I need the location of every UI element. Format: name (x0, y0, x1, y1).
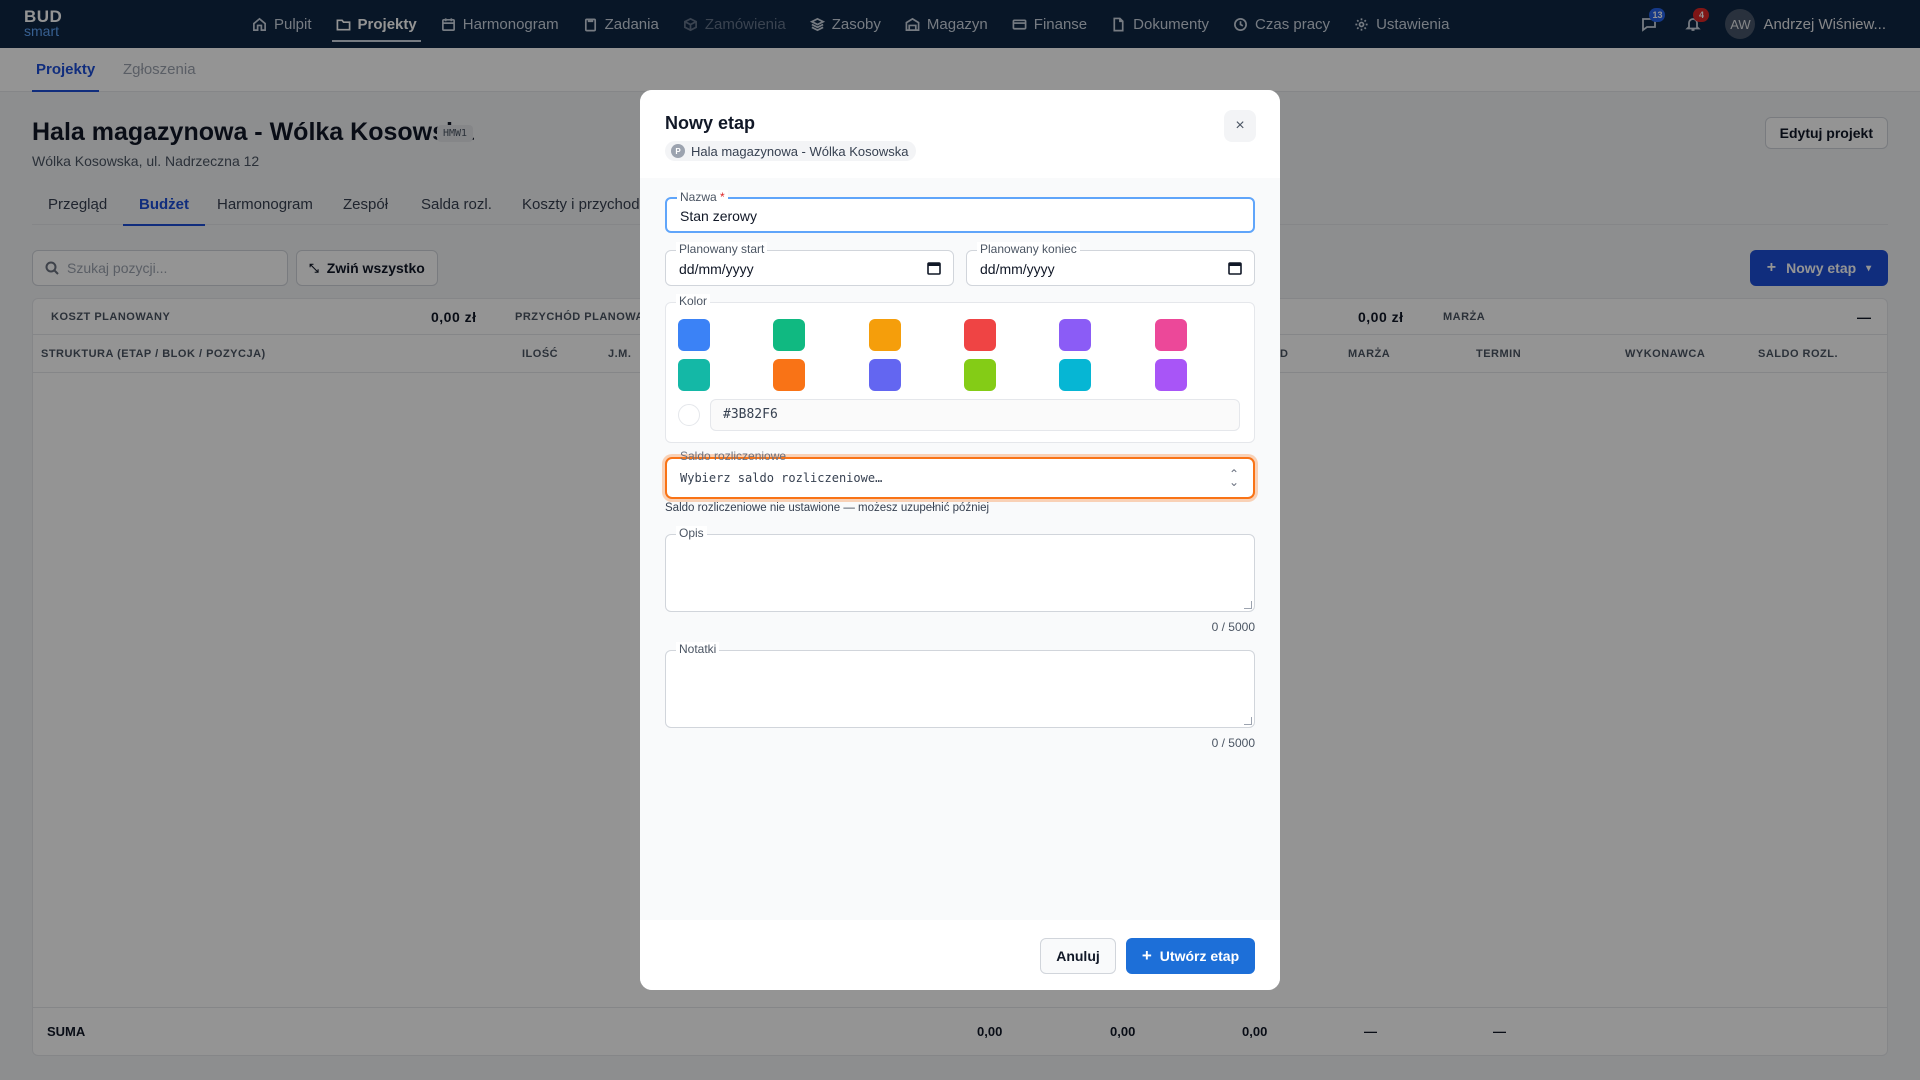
settlement-balance-hint: Saldo rozliczeniowe nie ustawione — może… (665, 502, 990, 514)
cancel-button[interactable]: Anuluj (1040, 938, 1116, 974)
color-swatch-red[interactable] (964, 319, 996, 351)
color-swatch-lime[interactable] (964, 359, 996, 391)
plus-icon: + (1141, 946, 1152, 965)
color-swatch-green[interactable] (773, 319, 805, 351)
custom-color-preview[interactable] (678, 404, 700, 426)
color-swatch-teal[interactable] (678, 359, 710, 391)
create-stage-label: Utwórz etap (1159, 948, 1240, 964)
planned-start-value: dd/mm/yyyy (679, 261, 754, 277)
notes-counter: 0 / 5000 (1211, 736, 1255, 750)
color-label: Kolor (676, 294, 711, 308)
settlement-balance-label: Saldo rozliczeniowe (680, 449, 787, 463)
description-textarea[interactable]: Opis (665, 526, 1255, 612)
settlement-balance-placeholder: Wybierz saldo rozliczeniowe… (680, 471, 883, 485)
description-counter: 0 / 5000 (1211, 620, 1255, 634)
color-swatch-blue[interactable] (678, 319, 710, 351)
planned-start-field[interactable]: Planowany start dd/mm/yyyy (665, 242, 954, 286)
modal-header: Nowy etap P Hala magazynowa - Wólka Koso… (640, 90, 1280, 178)
close-icon: × (1235, 117, 1245, 134)
color-swatch-purple[interactable] (1155, 359, 1187, 391)
notes-textarea[interactable]: Notatki (665, 642, 1255, 728)
name-field[interactable]: Nazwa * Stan zerowy (665, 190, 1255, 233)
modal-footer: Anuluj + Utwórz etap (640, 920, 1280, 990)
chevron-updown-icon: ⌃ ⌄ (1228, 467, 1239, 489)
planned-end-value: dd/mm/yyyy (980, 261, 1055, 277)
modal-title: Nowy etap (665, 113, 756, 133)
color-hex-input[interactable]: #3B82F6 (710, 399, 1240, 431)
color-swatch-orange[interactable] (773, 359, 805, 391)
color-swatch-pink[interactable] (1155, 319, 1187, 351)
notes-label: Notatki (676, 642, 720, 656)
new-stage-modal: Nowy etap P Hala magazynowa - Wólka Koso… (640, 90, 1280, 990)
planned-start-label: Planowany start (676, 242, 768, 256)
name-value: Stan zerowy (680, 208, 758, 224)
color-swatch-violet[interactable] (1059, 319, 1091, 351)
calendar-icon[interactable] (927, 261, 941, 275)
color-swatch-cyan[interactable] (1059, 359, 1091, 391)
planned-end-label: Planowany koniec (977, 242, 1080, 256)
color-swatch-indigo[interactable] (869, 359, 901, 391)
color-swatch-amber[interactable] (869, 319, 901, 351)
resize-handle[interactable] (1244, 717, 1252, 725)
project-chip: P Hala magazynowa - Wólka Kosowska (665, 141, 917, 161)
name-label: Nazwa * (677, 190, 728, 204)
close-button[interactable]: × (1224, 110, 1256, 142)
calendar-icon[interactable] (1228, 261, 1242, 275)
project-icon: P (671, 144, 685, 158)
description-label: Opis (676, 526, 707, 540)
settlement-balance-select[interactable]: Saldo rozliczeniowe Wybierz saldo rozlic… (665, 449, 1255, 499)
create-stage-button[interactable]: + Utwórz etap (1126, 938, 1255, 974)
color-picker: Kolor #3B82F6 (665, 294, 1255, 443)
resize-handle[interactable] (1244, 601, 1252, 609)
planned-end-field[interactable]: Planowany koniec dd/mm/yyyy (966, 242, 1255, 286)
project-chip-label: Hala magazynowa - Wólka Kosowska (691, 143, 909, 159)
